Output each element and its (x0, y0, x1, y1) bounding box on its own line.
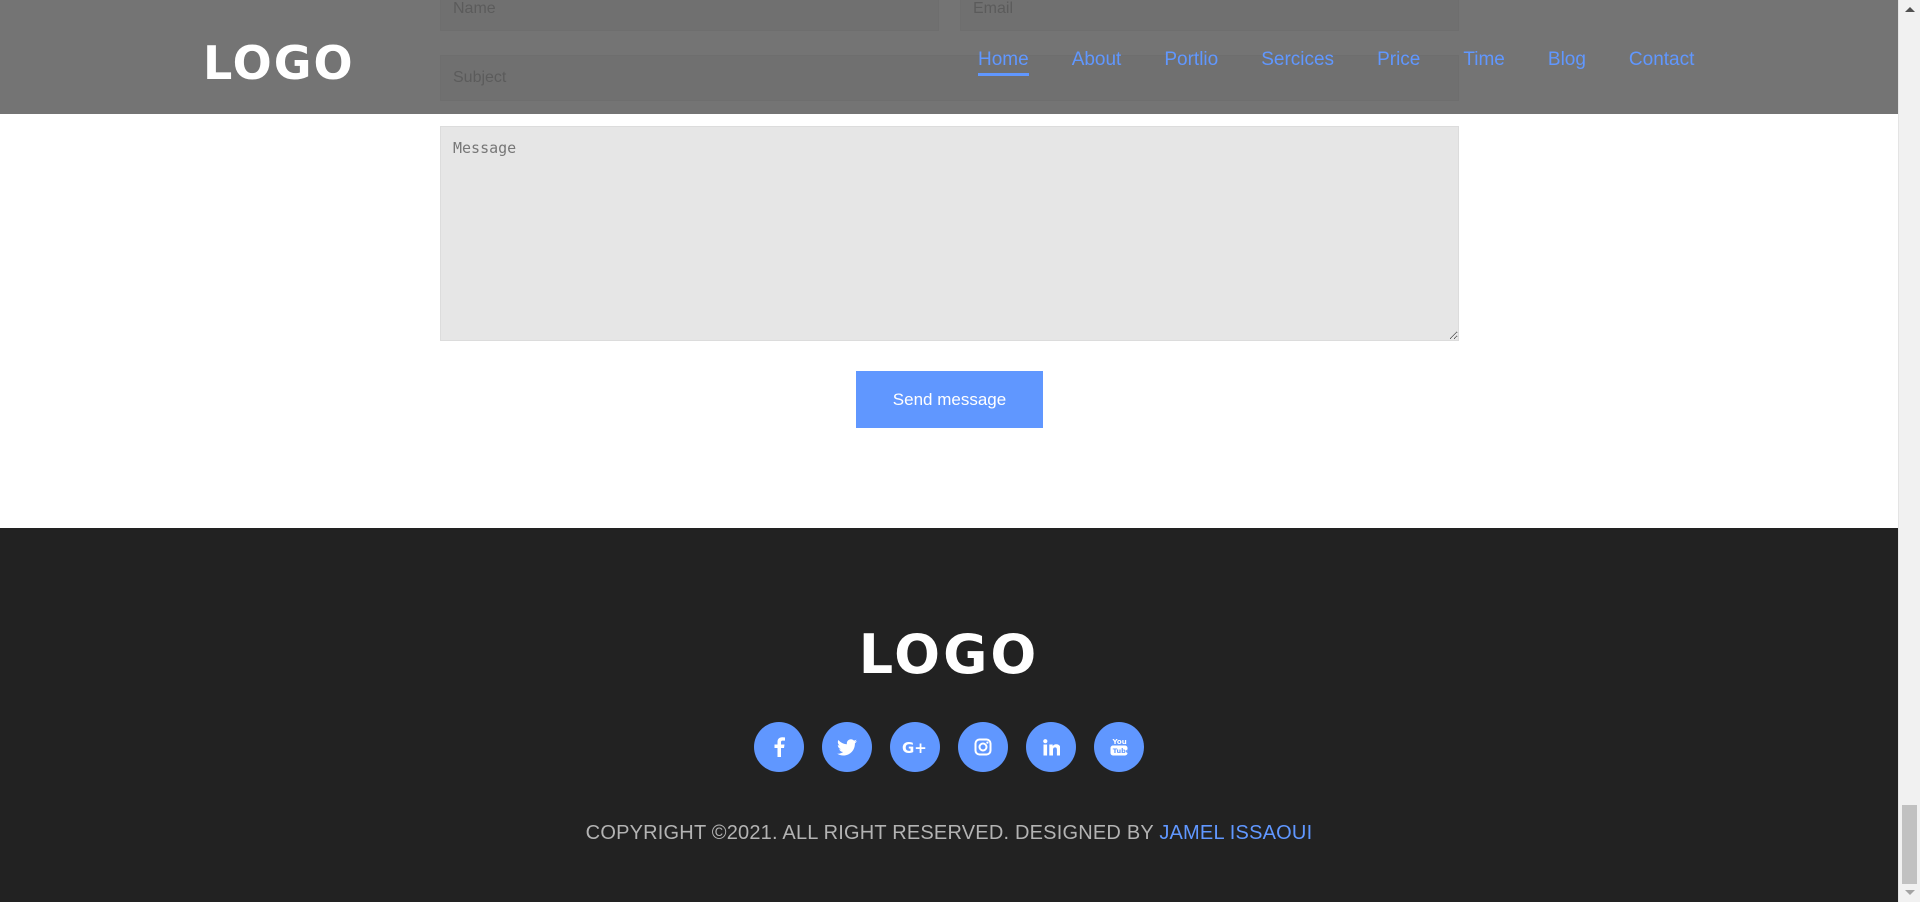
svg-text:G+: G+ (902, 739, 927, 755)
nav-item-contact[interactable]: Contact (1629, 50, 1694, 76)
twitter-link[interactable] (822, 722, 872, 772)
nav-item-about[interactable]: About (1072, 50, 1122, 76)
social-links: G+ You Tub (0, 722, 1898, 772)
youtube-link[interactable]: You Tube (1094, 722, 1144, 772)
nav-item-home[interactable]: Home (978, 50, 1029, 76)
nav-item-portfolio[interactable]: Portlio (1164, 50, 1218, 76)
instagram-link[interactable] (958, 722, 1008, 772)
site-footer: LOGO G+ You Tub COPYRIGHT ©2021. ALL RIG… (0, 528, 1898, 902)
google-plus-link[interactable]: G+ (890, 722, 940, 772)
scroll-up-arrow-icon[interactable] (1905, 7, 1915, 12)
header-logo[interactable]: LOGO (203, 40, 355, 86)
linkedin-icon (1042, 738, 1060, 755)
youtube-icon: You Tube (1110, 738, 1128, 756)
copyright-notice: COPYRIGHT ©2021. ALL RIGHT RESERVED. DES… (0, 822, 1898, 845)
site-header: LOGO Home About Portlio Sercices Price T… (0, 0, 1898, 114)
facebook-icon (774, 737, 785, 757)
scroll-down-arrow-icon[interactable] (1905, 890, 1915, 895)
nav-item-blog[interactable]: Blog (1548, 50, 1586, 76)
google-plus-icon: G+ (902, 739, 927, 755)
facebook-link[interactable] (754, 722, 804, 772)
author-link[interactable]: JAMEL ISSAOUI (1159, 822, 1312, 844)
nav-item-services[interactable]: Sercices (1261, 50, 1334, 76)
main-nav: Home About Portlio Sercices Price Time B… (978, 50, 1694, 76)
twitter-icon (837, 738, 857, 755)
vertical-scrollbar[interactable] (1898, 0, 1920, 902)
nav-item-time[interactable]: Time (1463, 50, 1505, 76)
svg-text:You: You (1112, 738, 1127, 746)
send-message-button[interactable]: Send message (856, 371, 1043, 428)
page: Send message LOGO Home About Portlio Ser… (0, 0, 1920, 902)
instagram-icon (974, 738, 992, 756)
nav-item-price[interactable]: Price (1377, 50, 1420, 76)
message-textarea[interactable] (440, 126, 1459, 341)
copyright-text: COPYRIGHT ©2021. ALL RIGHT RESERVED. DES… (585, 822, 1154, 844)
svg-text:Tube: Tube (1113, 747, 1128, 755)
page-content: Send message LOGO Home About Portlio Ser… (0, 0, 1898, 902)
scrollbar-thumb[interactable] (1902, 805, 1917, 884)
linkedin-link[interactable] (1026, 722, 1076, 772)
footer-logo[interactable]: LOGO (0, 628, 1898, 682)
